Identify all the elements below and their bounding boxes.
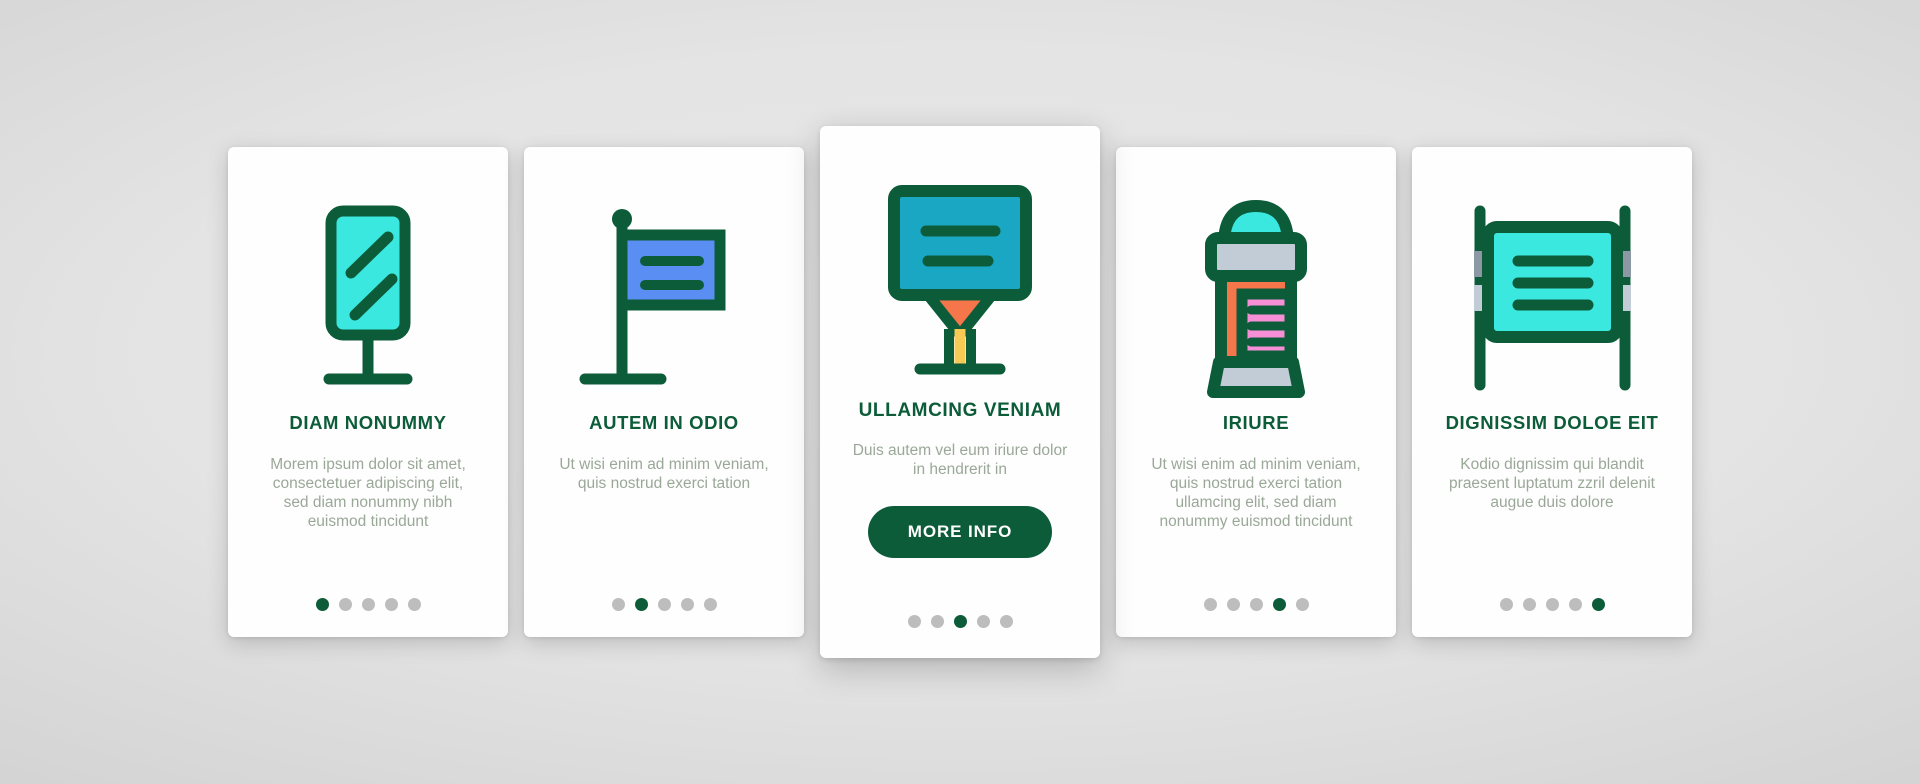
pagination-dot[interactable] (1203, 598, 1217, 611)
pagination-dot[interactable] (930, 615, 944, 628)
flag-sign-icon (577, 191, 752, 406)
pagination-dot[interactable] (407, 598, 421, 611)
pagination-dot[interactable] (1226, 598, 1240, 611)
pagination-dot[interactable] (1272, 598, 1286, 611)
pagination-dot[interactable] (1591, 598, 1605, 611)
pagination-dots[interactable] (820, 615, 1100, 628)
pagination-dot[interactable] (657, 598, 671, 611)
pagination-dot[interactable] (338, 598, 352, 611)
hanging-sign-icon (1460, 191, 1645, 406)
card-title: DIGNISSIM DOLOE EIT (1445, 412, 1659, 433)
onboarding-card-ullamcing-veniam[interactable]: ULLAMCING VENIAM Duis autem vel eum iriu… (820, 126, 1100, 658)
card-body-text: Duis autem vel eum iriure dolor in hendr… (852, 442, 1068, 478)
pagination-dot[interactable] (680, 598, 694, 611)
pagination-dots[interactable] (228, 598, 508, 611)
pagination-dot[interactable] (703, 598, 717, 611)
pagination-dot[interactable] (999, 615, 1013, 628)
card-body-text: Ut wisi enim ad minim veniam, quis nostr… (1151, 456, 1361, 530)
onboarding-card-iriure[interactable]: IRIURE Ut wisi enim ad minim veniam, qui… (1116, 147, 1396, 637)
pagination-dots[interactable] (1116, 598, 1396, 611)
onboarding-card-autem-in-odio[interactable]: AUTEM IN ODIO Ut wisi enim ad minim veni… (524, 147, 804, 637)
onboarding-card-row: DIAM NONUMMY Morem ipsum dolor sit amet,… (0, 0, 1920, 784)
advertising-column-icon (1189, 191, 1324, 406)
card-title: ULLAMCING VENIAM (858, 400, 1062, 421)
onboarding-card-diam-nonummy[interactable]: DIAM NONUMMY Morem ipsum dolor sit amet,… (228, 147, 508, 637)
card-title: DIAM NONUMMY (289, 412, 447, 433)
pagination-dot[interactable] (1499, 598, 1513, 611)
onboarding-card-dignissim-doloe-eit[interactable]: DIGNISSIM DOLOE EIT Kodio dignissim qui … (1412, 147, 1692, 637)
more-info-button[interactable]: MORE INFO (867, 505, 1053, 558)
pagination-dot[interactable] (384, 598, 398, 611)
pagination-dots[interactable] (524, 598, 804, 611)
pagination-dot[interactable] (1295, 598, 1309, 611)
card-body-text: Kodio dignissim qui blandit praesent lup… (1449, 456, 1655, 511)
pagination-dot[interactable] (611, 598, 625, 611)
mirror-billboard-icon (293, 191, 443, 406)
pagination-dot[interactable] (907, 615, 921, 628)
pagination-dot[interactable] (1522, 598, 1536, 611)
billboard-stand-icon (878, 170, 1043, 400)
pagination-dot[interactable] (1568, 598, 1582, 611)
card-body-text: Morem ipsum dolor sit amet, consectetuer… (270, 456, 466, 530)
pagination-dot[interactable] (1545, 598, 1559, 611)
onboarding-screens-stage: DIAM NONUMMY Morem ipsum dolor sit amet,… (0, 0, 1920, 784)
pagination-dot[interactable] (1249, 598, 1263, 611)
card-title: IRIURE (1222, 412, 1290, 433)
pagination-dot[interactable] (315, 598, 329, 611)
pagination-dot[interactable] (976, 615, 990, 628)
card-title: AUTEM IN ODIO (589, 412, 739, 433)
pagination-dot[interactable] (953, 615, 967, 628)
card-body-text: Ut wisi enim ad minim veniam, quis nostr… (559, 456, 769, 492)
pagination-dots[interactable] (1412, 598, 1692, 611)
pagination-dot[interactable] (361, 598, 375, 611)
pagination-dot[interactable] (634, 598, 648, 611)
